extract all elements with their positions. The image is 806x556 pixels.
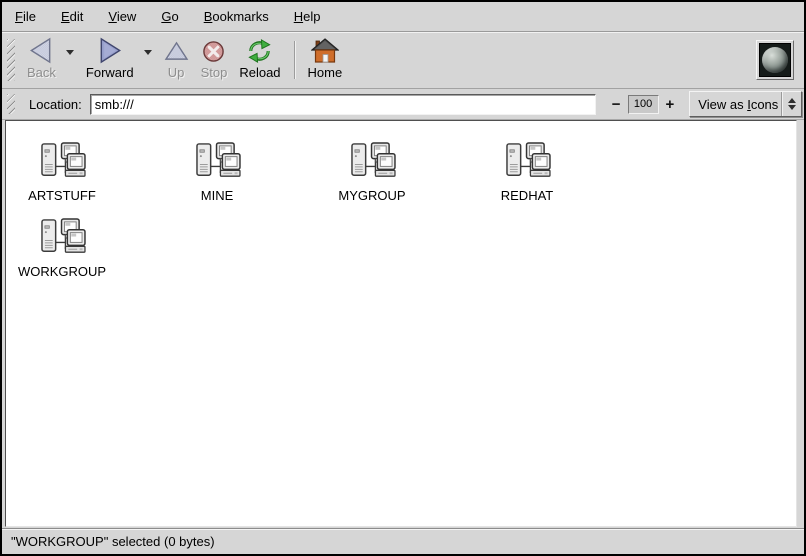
menu-edit[interactable]: Edit <box>59 7 85 26</box>
file-item-label: ARTSTUFF <box>28 188 96 203</box>
reload-button[interactable]: Reload <box>233 36 286 84</box>
network-workgroup-icon <box>194 141 241 184</box>
toolbar-grip-handle[interactable] <box>7 39 15 81</box>
toolbar-separator <box>294 41 295 79</box>
forward-button[interactable]: Forward <box>80 36 140 84</box>
file-item-mine[interactable]: MINE <box>171 141 263 203</box>
throbber <box>756 40 794 80</box>
file-item-workgroup[interactable]: WORKGROUP <box>16 217 108 279</box>
network-workgroup-icon <box>39 217 86 260</box>
globe-throbber-icon <box>762 47 788 73</box>
network-workgroup-icon <box>39 141 86 184</box>
icon-view[interactable]: ARTSTUFF MINE MYGROUP REDHAT WORKGROUP <box>5 120 797 527</box>
menu-go[interactable]: Go <box>159 7 180 26</box>
view-as-label: View as Icons <box>690 97 781 112</box>
toolbar-button-label: Reload <box>239 65 280 80</box>
back-button[interactable]: Back <box>21 36 62 84</box>
forward-arrow-icon <box>98 37 122 64</box>
toolbar-button-label: Home <box>308 65 343 80</box>
back-arrow-icon <box>29 37 53 64</box>
location-bar-grip-handle[interactable] <box>7 94 15 114</box>
up-arrow-icon <box>164 39 189 64</box>
menu-file[interactable]: File <box>13 7 38 26</box>
toolbar: Back Forward Up Stop Reload Home <box>2 32 804 89</box>
menu-bar: File Edit View Go Bookmarks Help <box>2 2 804 32</box>
view-as-dropdown[interactable]: View as Icons <box>689 91 802 117</box>
status-text: "WORKGROUP" selected (0 bytes) <box>11 534 215 549</box>
menu-bookmarks[interactable]: Bookmarks <box>202 7 271 26</box>
file-item-label: REDHAT <box>501 188 553 203</box>
dropdown-arrows-icon <box>781 92 801 116</box>
network-workgroup-icon <box>349 141 396 184</box>
file-item-redhat[interactable]: REDHAT <box>481 141 573 203</box>
toolbar-button-label: Up <box>168 65 185 80</box>
reload-icon <box>245 38 274 64</box>
menu-help[interactable]: Help <box>292 7 323 26</box>
menu-view[interactable]: View <box>106 7 138 26</box>
file-item-label: MYGROUP <box>338 188 405 203</box>
up-button[interactable]: Up <box>158 36 195 84</box>
toolbar-button-label: Stop <box>201 65 228 80</box>
stop-button[interactable]: Stop <box>195 36 234 84</box>
chevron-down-icon[interactable] <box>63 46 77 59</box>
chevron-down-icon[interactable] <box>141 46 155 59</box>
zoom-out-button[interactable]: − <box>609 95 624 114</box>
throbber-well <box>759 43 791 77</box>
network-workgroup-icon <box>504 141 551 184</box>
file-manager-window: File Edit View Go Bookmarks Help Back Forward U… <box>2 2 804 554</box>
location-input[interactable] <box>90 94 596 115</box>
location-bar: Location: − 100 + View as Icons <box>2 89 804 120</box>
file-item-label: MINE <box>201 188 234 203</box>
zoom-in-button[interactable]: + <box>663 95 678 114</box>
toolbar-button-label: Back <box>27 65 56 80</box>
home-icon <box>311 38 339 64</box>
stop-icon <box>202 39 225 64</box>
location-label: Location: <box>29 97 82 112</box>
home-button[interactable]: Home <box>302 36 349 84</box>
file-item-artstuff[interactable]: ARTSTUFF <box>16 141 108 203</box>
status-bar: "WORKGROUP" selected (0 bytes) <box>2 528 804 554</box>
toolbar-button-label: Forward <box>86 65 134 80</box>
file-item-label: WORKGROUP <box>18 264 106 279</box>
zoom-level-indicator[interactable]: 100 <box>628 95 659 114</box>
icon-grid: ARTSTUFF MINE MYGROUP REDHAT WORKGROUP <box>6 121 796 279</box>
file-item-mygroup[interactable]: MYGROUP <box>326 141 418 203</box>
toolbar-buttons: Back Forward Up Stop Reload Home <box>21 32 348 88</box>
